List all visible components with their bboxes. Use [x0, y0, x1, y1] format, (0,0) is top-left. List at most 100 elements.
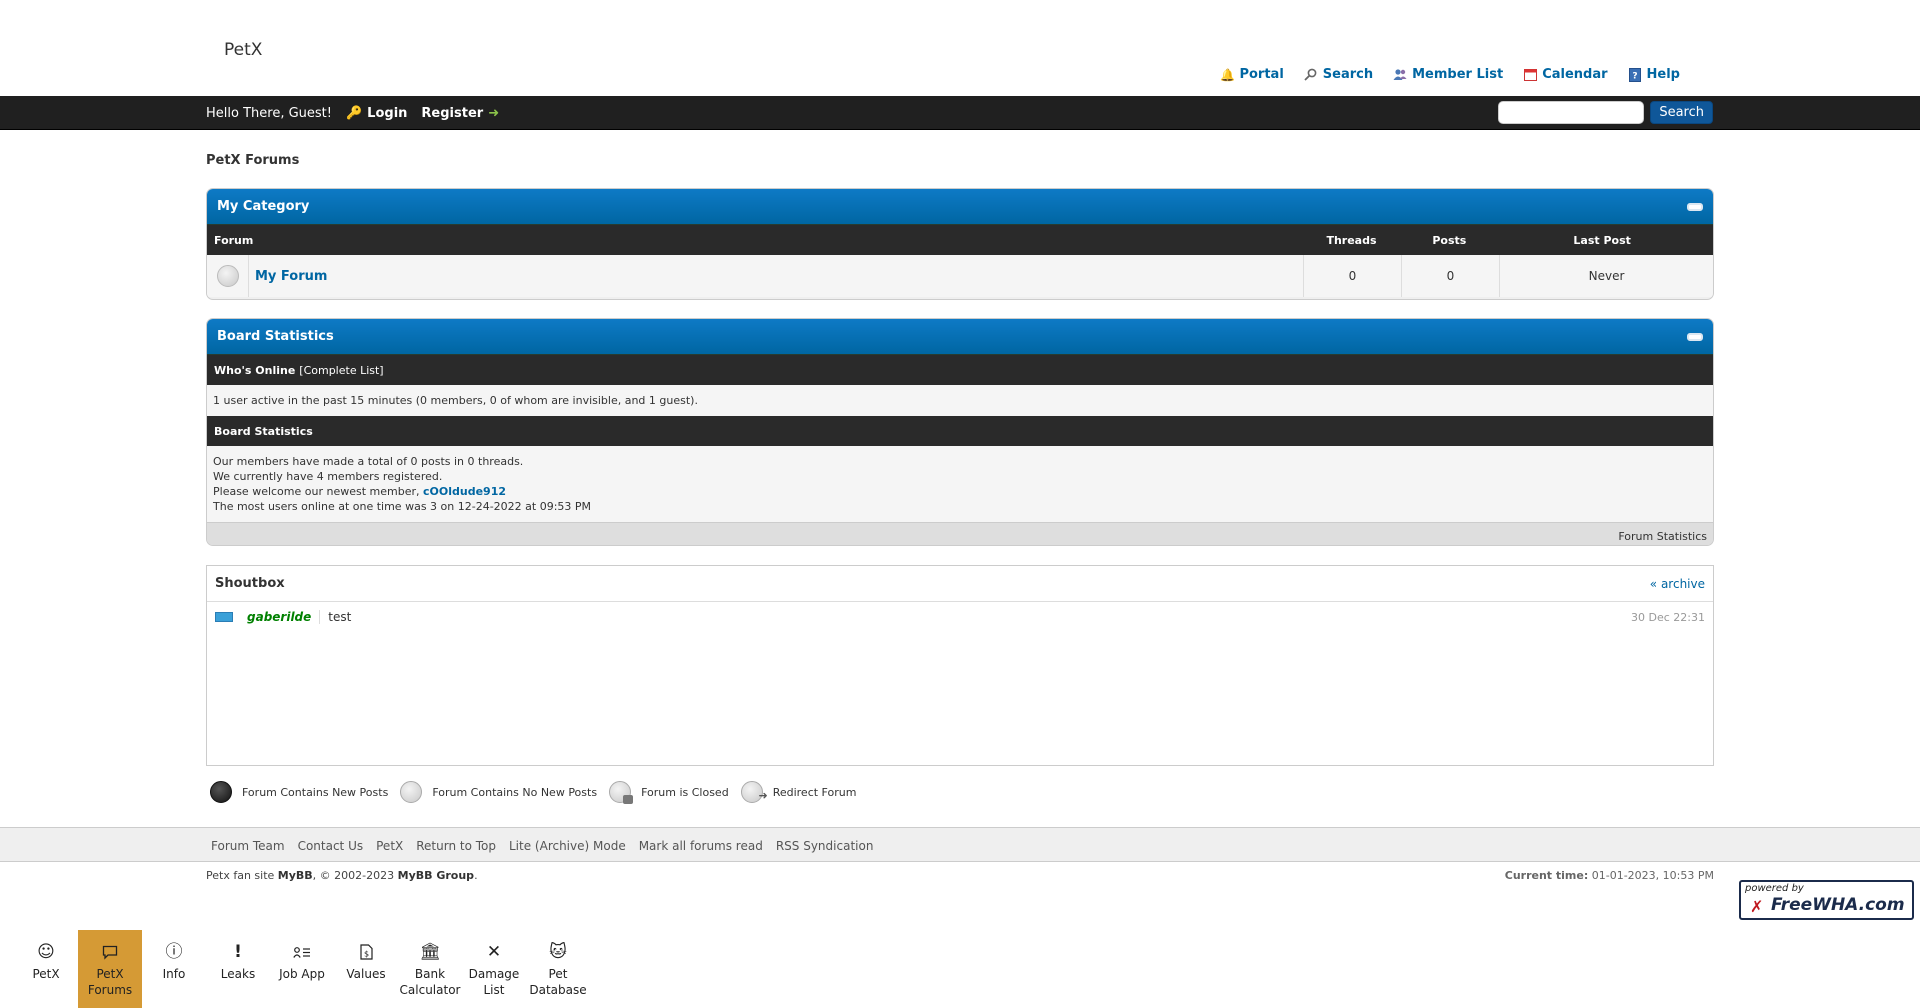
- shoutbox: Shoutbox « archive gaberilde test 30 Dec…: [206, 565, 1714, 766]
- stats-header: Board Statistics: [207, 319, 1713, 355]
- register-link[interactable]: Register ➜: [421, 106, 499, 121]
- legend-new: Forum Contains New Posts: [210, 781, 388, 803]
- nav-petx[interactable]: ☺ PetX: [14, 930, 78, 1008]
- forum-row: My Forum 0 0 Never: [207, 255, 1713, 297]
- shoutbox-archive-link[interactable]: « archive: [1650, 577, 1705, 591]
- chat-bubble-icon: [102, 942, 118, 962]
- calendar-link[interactable]: Calendar: [1523, 67, 1608, 82]
- collapse-icon[interactable]: [1687, 332, 1703, 341]
- member-list-label: Member List: [1412, 67, 1504, 82]
- help-link[interactable]: ? Help: [1628, 67, 1680, 82]
- copyright-end: .: [474, 869, 478, 882]
- lite-mode-link[interactable]: Lite (Archive) Mode: [509, 839, 626, 853]
- new-posts-icon: [210, 781, 232, 803]
- svg-text:?: ?: [1632, 71, 1637, 81]
- freewha-logo-text: FreeWHA.com: [1771, 895, 1905, 915]
- nav-label: Values: [346, 967, 386, 981]
- freewha-badge[interactable]: powered by ✗ FreeWHA.com: [1739, 880, 1914, 920]
- forum-column-header: Forum Threads Posts Last Post: [207, 225, 1713, 255]
- breadcrumb[interactable]: PetX Forums: [206, 153, 299, 168]
- mybb-group-link[interactable]: MyBB Group: [398, 869, 474, 882]
- legend-closed: Forum is Closed: [609, 781, 729, 804]
- board-stats-table: Board Statistics Who's Online [Complete …: [206, 318, 1714, 546]
- nav-label: PetX Forums: [87, 967, 133, 997]
- nav-bank-calculator[interactable]: 🏛 Bank Calculator: [398, 930, 462, 1008]
- col-forum: Forum: [214, 233, 254, 247]
- whos-online-link[interactable]: Who's Online: [214, 364, 295, 377]
- shout-text: test: [328, 610, 352, 624]
- shout-user[interactable]: gaberilde: [247, 610, 311, 624]
- search-link[interactable]: Search: [1304, 67, 1373, 82]
- stats-line-record: The most users online at one time was 3 …: [213, 500, 592, 513]
- complete-list-link[interactable]: [Complete List]: [299, 364, 383, 377]
- shoutbox-title: Shoutbox: [215, 576, 285, 591]
- flag-icon: [215, 612, 233, 622]
- guest-greeting: Hello There, Guest!: [206, 105, 332, 121]
- legend-closed-label: Forum is Closed: [641, 785, 729, 799]
- rss-link[interactable]: RSS Syndication: [776, 839, 874, 853]
- mark-read-link[interactable]: Mark all forums read: [639, 839, 763, 853]
- mybb-link[interactable]: MyBB: [278, 869, 313, 882]
- forum-posts: 0: [1402, 255, 1500, 297]
- nav-values[interactable]: $ Values: [334, 930, 398, 1008]
- top-links: 🔔 Portal Search Member List Calendar ? H…: [1220, 67, 1680, 82]
- newest-member-link[interactable]: cOOldude912: [423, 485, 506, 498]
- login-link[interactable]: 🔑 Login: [346, 106, 407, 121]
- portal-link[interactable]: 🔔 Portal: [1220, 67, 1284, 82]
- nav-label: Damage List: [468, 967, 520, 997]
- quick-search: Search: [1498, 101, 1713, 124]
- no-new-posts-icon: [400, 781, 423, 803]
- online-text: 1 user active in the past 15 minutes (0 …: [213, 394, 698, 407]
- col-posts: Posts: [1432, 233, 1467, 247]
- no-new-posts-icon: [216, 265, 239, 287]
- copyright-years: , © 2002-2023: [312, 869, 395, 882]
- nav-petx-forums[interactable]: PetX Forums: [78, 930, 142, 1008]
- copyright-prefix: Petx fan site: [206, 869, 275, 882]
- forum-link[interactable]: My Forum: [255, 269, 327, 284]
- legend-no-new: Forum Contains No New Posts: [400, 781, 597, 803]
- search-link-label: Search: [1322, 67, 1374, 82]
- profile-list-icon: [293, 942, 311, 962]
- shout-time: 30 Dec 22:31: [1631, 610, 1705, 624]
- info-icon: ⓘ: [165, 942, 183, 962]
- nav-pet-database[interactable]: 🐱 Pet Database: [526, 930, 590, 1008]
- bank-icon: 🏛: [419, 942, 441, 962]
- register-label: Register: [421, 105, 484, 121]
- nav-label: Job App: [279, 967, 325, 981]
- newest-prefix: Please welcome our newest member,: [213, 485, 420, 498]
- forum-statistics-link[interactable]: Forum Statistics: [1618, 530, 1707, 543]
- forum-legend: Forum Contains New Posts Forum Contains …: [210, 781, 868, 804]
- calendar-icon: [1523, 68, 1537, 82]
- exclamation-icon: !: [234, 942, 242, 962]
- nav-damage-list[interactable]: ✕ Damage List: [462, 930, 526, 1008]
- collapse-icon[interactable]: [1687, 202, 1703, 211]
- legend-no-new-label: Forum Contains No New Posts: [432, 785, 598, 799]
- nav-label: Bank Calculator: [399, 967, 461, 997]
- category-title[interactable]: My Category: [217, 199, 309, 214]
- stats-title: Board Statistics: [217, 329, 334, 344]
- closed-forum-icon: [609, 781, 634, 804]
- calendar-label: Calendar: [1542, 67, 1608, 82]
- nav-job-app[interactable]: Job App: [270, 930, 334, 1008]
- search-input[interactable]: [1498, 101, 1645, 124]
- member-list-link[interactable]: Member List: [1393, 67, 1503, 82]
- bottom-menu: Forum Team Contact Us PetX Return to Top…: [0, 827, 1920, 862]
- members-icon: [1393, 68, 1407, 82]
- help-label: Help: [1646, 67, 1680, 82]
- current-time-value: 01-01-2023, 10:53 PM: [1591, 869, 1714, 882]
- search-button[interactable]: Search: [1650, 101, 1713, 124]
- nav-info[interactable]: ⓘ Info: [142, 930, 206, 1008]
- stats-line-posts: Our members have made a total of 0 posts…: [213, 455, 524, 468]
- online-summary: 1 user active in the past 15 minutes (0 …: [207, 385, 1713, 416]
- forum-team-link[interactable]: Forum Team: [211, 839, 285, 853]
- divider: [319, 610, 321, 624]
- nav-leaks[interactable]: ! Leaks: [206, 930, 270, 1008]
- contact-us-link[interactable]: Contact Us: [298, 839, 364, 853]
- petx-link[interactable]: PetX: [376, 839, 403, 853]
- site-logo[interactable]: PetX: [224, 40, 262, 60]
- magnifier-icon: [1304, 68, 1318, 82]
- welcome-bar: Hello There, Guest! 🔑 Login Register ➜ S…: [0, 96, 1920, 130]
- legend-redirect: ➜ Redirect Forum: [740, 781, 856, 803]
- copyright: Petx fan site MyBB, © 2002-2023 MyBB Gro…: [206, 869, 478, 882]
- return-to-top-link[interactable]: Return to Top: [416, 839, 496, 853]
